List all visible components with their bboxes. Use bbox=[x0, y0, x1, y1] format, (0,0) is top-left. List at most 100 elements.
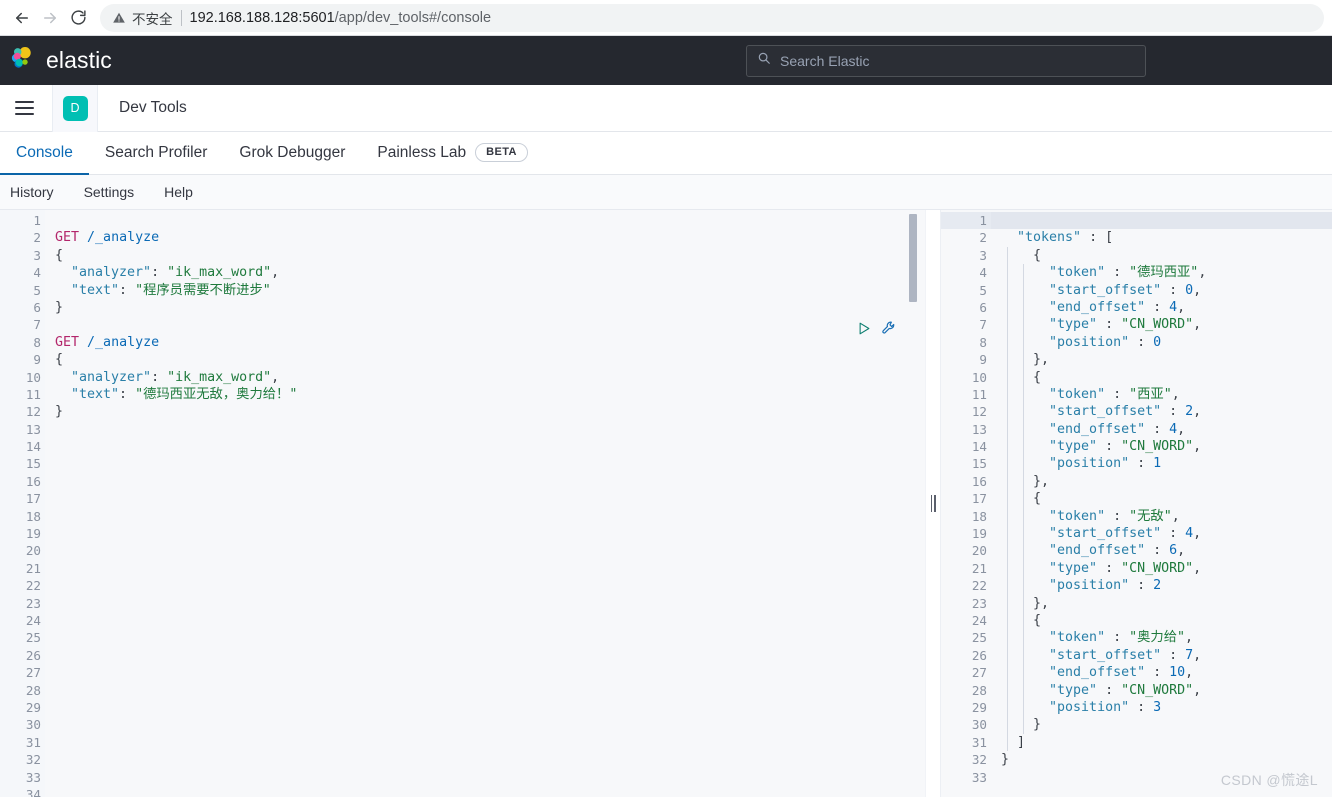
line-number: 26 bbox=[25, 647, 41, 663]
wrench-icon[interactable] bbox=[881, 320, 897, 341]
code-token: : bbox=[1097, 317, 1122, 333]
reload-icon bbox=[70, 9, 87, 26]
line-number: 19 bbox=[971, 526, 987, 542]
global-search-input[interactable]: Search Elastic bbox=[746, 44, 1146, 77]
line-number: 30▴ bbox=[941, 716, 998, 733]
forward-button[interactable] bbox=[36, 4, 64, 32]
code-token: "type" bbox=[1001, 560, 1098, 576]
line-number: 15 bbox=[971, 456, 987, 472]
hamburger-menu-icon[interactable] bbox=[4, 85, 44, 132]
code-token: 0 bbox=[1153, 334, 1162, 350]
code-token: , bbox=[271, 265, 280, 281]
line-number: 32▴ bbox=[941, 751, 998, 768]
play-triangle-icon[interactable] bbox=[857, 321, 872, 341]
app-badge: D bbox=[62, 95, 88, 121]
code-line: "position" : 2 bbox=[1001, 577, 1332, 594]
global-search-placeholder: Search Elastic bbox=[780, 52, 870, 69]
line-number: 4 bbox=[979, 265, 987, 281]
line-number: 31 bbox=[25, 734, 41, 750]
kibana-app-header: D Dev Tools bbox=[0, 84, 1332, 132]
omnibox-divider bbox=[180, 9, 182, 26]
code-token: "ik_max_word" bbox=[167, 265, 272, 281]
code-token: : bbox=[1129, 456, 1154, 472]
code-line: "token" : "无敌", bbox=[1001, 508, 1332, 525]
code-token: : bbox=[119, 386, 136, 402]
panel-resize-handle[interactable] bbox=[925, 210, 941, 797]
code-token: , bbox=[1193, 560, 1202, 576]
code-line: "type" : "CN_WORD", bbox=[1001, 682, 1332, 699]
code-line: ] bbox=[1001, 734, 1332, 751]
active-line-highlight bbox=[991, 212, 1332, 230]
code-token: 4 bbox=[1169, 421, 1178, 437]
submenu-item-help[interactable]: Help bbox=[160, 181, 197, 203]
code-line: }, bbox=[1001, 473, 1332, 490]
code-token: "奥力给" bbox=[1129, 630, 1186, 646]
line-number: 27 bbox=[971, 665, 987, 681]
code-token: 1 bbox=[1153, 456, 1162, 472]
code-token: 7 bbox=[1185, 647, 1194, 663]
app-badge-container: D bbox=[52, 84, 98, 132]
code-line: "type" : "CN_WORD", bbox=[1001, 560, 1332, 577]
code-line: }, bbox=[1001, 595, 1332, 612]
code-token: : bbox=[1161, 404, 1186, 420]
submenu-item-settings[interactable]: Settings bbox=[80, 181, 139, 203]
line-number: 5 bbox=[979, 282, 987, 298]
devtools-tabs: Console Search Profiler Grok Debugger Pa… bbox=[0, 132, 1332, 175]
line-number: 22 bbox=[971, 578, 987, 594]
response-viewer[interactable]: 1▾2▾3▾456789▴10▾111213141516▴17▾18192021… bbox=[941, 210, 1332, 797]
line-number: 30 bbox=[25, 717, 41, 733]
code-token: "德玛西亚无敌，奥力给！" bbox=[135, 386, 298, 402]
editor-scrollbar[interactable] bbox=[909, 214, 917, 302]
tab-search-profiler[interactable]: Search Profiler bbox=[89, 132, 224, 175]
code-token: "程序员需要不断进步" bbox=[135, 282, 271, 298]
editor-actions bbox=[857, 320, 897, 341]
submenu-item-history[interactable]: History bbox=[6, 181, 58, 203]
code-line: { bbox=[55, 247, 925, 264]
code-token: : bbox=[1161, 526, 1186, 542]
line-number: 25 bbox=[971, 630, 987, 646]
line-number: 34 bbox=[25, 786, 41, 797]
code-line: } bbox=[55, 403, 925, 420]
code-token: : bbox=[151, 369, 168, 385]
elastic-brand[interactable]: elastic bbox=[10, 45, 112, 76]
reload-button[interactable] bbox=[64, 4, 92, 32]
code-line: "position" : 0 bbox=[1001, 334, 1332, 351]
tab-grok-debugger[interactable]: Grok Debugger bbox=[223, 132, 361, 175]
code-token: "无敌" bbox=[1129, 508, 1172, 524]
code-token: , bbox=[1193, 682, 1202, 698]
editor-code-area[interactable]: GET /_analyze{ "analyzer": "ik_max_word"… bbox=[45, 210, 925, 797]
line-number: 17▾ bbox=[941, 490, 998, 507]
response-code-area[interactable]: { "tokens" : [ { "token" : "德玛西亚", "star… bbox=[991, 210, 1332, 797]
url-text: 192.168.188.128:5601/app/dev_tools#/cons… bbox=[190, 10, 492, 26]
address-bar[interactable]: 不安全 192.168.188.128:5601/app/dev_tools#/… bbox=[100, 3, 1324, 32]
back-button[interactable] bbox=[8, 4, 36, 32]
code-token: GET bbox=[55, 334, 80, 350]
code-line: "type" : "CN_WORD", bbox=[1001, 438, 1332, 455]
code-token: 2 bbox=[1185, 404, 1194, 420]
line-number: 13 bbox=[25, 421, 41, 437]
line-number: 15 bbox=[25, 456, 41, 472]
code-line: "end_offset" : 10, bbox=[1001, 664, 1332, 681]
line-number: 31▴ bbox=[941, 734, 998, 751]
arrow-left-icon bbox=[13, 9, 31, 27]
code-token: } bbox=[1001, 752, 1010, 768]
code-token: }, bbox=[1001, 473, 1050, 489]
tab-console[interactable]: Console bbox=[0, 132, 89, 175]
code-token: "type" bbox=[1001, 439, 1098, 455]
code-token: "text" bbox=[55, 282, 120, 298]
line-number: 14 bbox=[971, 439, 987, 455]
line-number: 16▴ bbox=[941, 473, 998, 490]
code-token: : bbox=[1145, 543, 1170, 559]
code-line: { bbox=[1001, 612, 1332, 629]
code-token: { bbox=[55, 352, 64, 368]
line-number: 28 bbox=[25, 682, 41, 698]
request-editor[interactable]: 123▾456▴789▾101112▴131415161718192021222… bbox=[0, 210, 925, 797]
tab-painless-lab[interactable]: Painless Lab BETA bbox=[361, 132, 544, 175]
